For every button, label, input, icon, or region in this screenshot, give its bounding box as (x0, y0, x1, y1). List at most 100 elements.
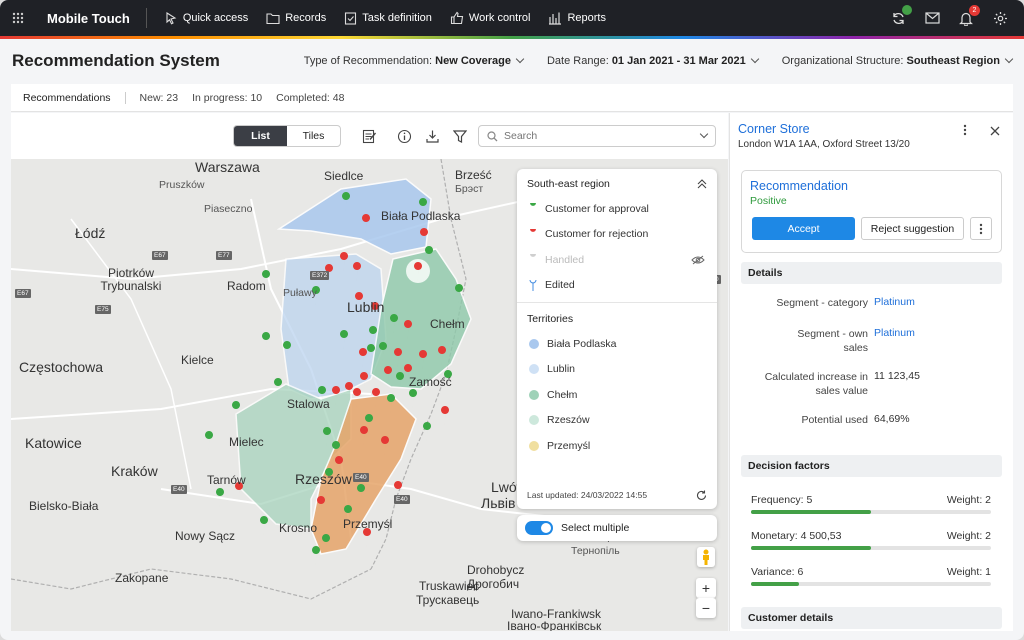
nav-records[interactable]: Records (257, 0, 335, 36)
info-button[interactable] (395, 127, 413, 145)
kebab-icon (963, 124, 967, 136)
top-navigation: Mobile Touch Quick access Records Task d… (0, 0, 1024, 36)
sync-status-badge (902, 5, 912, 15)
legend-label: Edited (545, 279, 575, 292)
filter-label: Organizational Structure: (781, 55, 904, 67)
nav-divider (145, 8, 147, 28)
factor-bar (751, 546, 991, 550)
legend-territory[interactable]: Chełm (517, 382, 717, 408)
tab-recommendations[interactable]: Recommendations (23, 91, 126, 104)
city-label: Івано-Франківськ (507, 619, 602, 631)
settings-button[interactable] (990, 8, 1010, 28)
factor-weight: Weight: 2 (946, 494, 991, 506)
page-title: Recommendation System (12, 51, 220, 70)
thumbs-up-icon (450, 11, 464, 25)
notifications-button[interactable]: 2 (956, 5, 980, 28)
plus-icon: + (701, 580, 711, 596)
map-toolbar: List Tiles (11, 113, 728, 159)
map-legend-panel: South-east region Customer for approval … (517, 169, 717, 509)
details-section-title: Details (741, 262, 1002, 284)
territory-swatch (529, 389, 539, 400)
edit-notes-button[interactable] (360, 127, 378, 145)
eye-off-icon[interactable] (691, 255, 705, 265)
search-input[interactable] (504, 130, 684, 142)
nav-work-control[interactable]: Work control (441, 0, 540, 36)
download-button[interactable] (423, 127, 441, 145)
customer-details-title[interactable]: Customer details (741, 607, 1002, 629)
filter-value: 01 Jan 2021 - 31 Mar 2021 (611, 55, 746, 67)
quick-access-icon (166, 12, 177, 25)
filter-recommendation-type[interactable]: Type of Recommendation: New Coverage (304, 54, 525, 67)
recommendation-more-button[interactable] (970, 217, 992, 240)
detail-key: Segment - category (776, 297, 868, 309)
legend-marker-rejection[interactable]: Customer for rejection (517, 222, 717, 248)
filter-org-structure[interactable]: Organizational Structure: Southeast Regi… (781, 54, 1014, 67)
filter-date-range[interactable]: Date Range: 01 Jan 2021 - 31 Mar 2021 (546, 54, 759, 67)
legend-territory[interactable]: Lublin (517, 357, 717, 383)
territory-swatch (529, 364, 539, 375)
refresh-icon[interactable] (696, 490, 707, 501)
factor-bar (751, 510, 991, 514)
download-icon (425, 130, 439, 143)
legend-territory[interactable]: Biała Podlaska (517, 331, 717, 357)
road-shield: E77 (216, 251, 232, 260)
factor-bar (751, 582, 991, 586)
city-label: Łódź (75, 225, 106, 241)
store-name[interactable]: Corner Store (738, 122, 810, 136)
decision-factor: Frequency: 5 Weight: 2 (751, 494, 991, 518)
territory-swatch (529, 440, 539, 451)
close-icon (990, 126, 1000, 136)
nav-label: Records (285, 12, 327, 24)
reject-suggestion-button[interactable]: Reject suggestion (861, 217, 964, 240)
nav-quick-access[interactable]: Quick access (155, 0, 257, 36)
legend-marker-edited[interactable]: Edited (517, 273, 717, 299)
view-list-button[interactable]: List (234, 126, 287, 146)
zoom-in-button[interactable]: + (696, 578, 716, 598)
select-multiple-toggle[interactable] (525, 521, 553, 535)
chevron-down-icon[interactable] (699, 129, 709, 139)
map-section: List Tiles Search Warszawa Siedlce Brześ… (11, 113, 728, 631)
accept-button[interactable]: Accept (752, 217, 855, 240)
nav-label: Work control (468, 12, 531, 24)
sync-button[interactable] (888, 5, 912, 28)
road-shield: E75 (95, 305, 111, 314)
legend-label: Biała Podlaska (547, 337, 617, 350)
road-shield: E40 (171, 485, 187, 494)
app-grid-icon[interactable] (0, 0, 36, 36)
territory-swatch (529, 338, 539, 349)
nav-reports[interactable]: Reports (539, 0, 615, 36)
filter-label: Date Range: (546, 55, 609, 67)
brand-name: Mobile Touch (47, 10, 130, 26)
more-options-button[interactable] (963, 124, 967, 139)
legend-marker-handled[interactable]: Handled (517, 247, 717, 273)
detail-row: Segment - category Platinum (741, 296, 1002, 316)
nav-label: Reports (567, 12, 606, 24)
legend-territory[interactable]: Rzeszów (517, 408, 717, 434)
decision-factor: Monetary: 4 500,53 Weight: 2 (751, 530, 991, 554)
search-icon (487, 130, 498, 141)
territories-title: Territories (527, 313, 574, 325)
folder-icon (266, 12, 280, 24)
nav-task-definition[interactable]: Task definition (335, 0, 441, 36)
filter-button[interactable] (451, 127, 469, 145)
detail-row: Potential used 64,69% (741, 413, 1002, 433)
city-label: Pruszków (159, 179, 205, 191)
count-in-progress: In progress: 10 (192, 91, 263, 104)
detail-value[interactable]: Platinum (874, 327, 915, 339)
collapse-icon[interactable] (697, 179, 707, 189)
view-tiles-button[interactable]: Tiles (287, 126, 340, 146)
city-label: Lublin (347, 299, 385, 315)
legend-marker-approval[interactable]: Customer for approval (517, 196, 717, 222)
city-label: Puławy (283, 287, 317, 299)
legend-territory[interactable]: Przemyśl (517, 433, 717, 459)
nav-label: Task definition (362, 12, 432, 24)
zoom-out-button[interactable]: − (696, 598, 716, 618)
kebab-icon (979, 223, 983, 234)
close-button[interactable] (990, 124, 1000, 139)
nav-label: Quick access (182, 12, 249, 24)
messages-button[interactable] (922, 8, 942, 28)
search-field[interactable] (478, 125, 716, 147)
factor-label: Monetary: 4 500,53 (751, 530, 842, 542)
street-view-button[interactable] (697, 547, 715, 567)
detail-value[interactable]: Platinum (874, 296, 915, 308)
